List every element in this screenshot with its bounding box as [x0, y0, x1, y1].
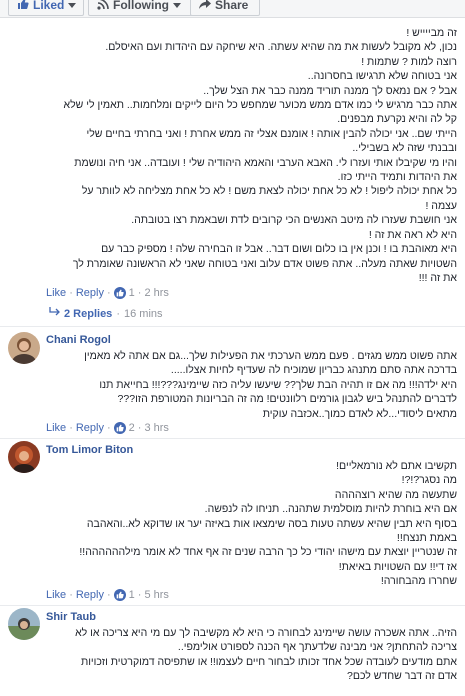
comment-line: מתאים ליסודי...לא לאדם כמוך..אכזבה עוקית — [262, 407, 457, 420]
comment-line: אתה כבר מרגיש לי כמו אדם ממש מכוער שמחפש… — [63, 99, 457, 112]
comment-line: ובבנתי שזה לא בשבילי.. — [352, 142, 457, 155]
comment-line: את זה !!! — [418, 271, 457, 284]
following-label: Following — [113, 0, 169, 12]
comment-line: כל אחת יכולה ליפול ! לא כל אחת יכולה לצא… — [81, 185, 457, 198]
thumbs-up-icon — [17, 0, 29, 13]
like-reaction-icon[interactable] — [113, 422, 126, 434]
comment-actions: Like · Reply · 2 · 3 hrs — [46, 422, 169, 434]
timestamp[interactable]: 5 hrs — [144, 589, 168, 601]
replies-time: 16 mins — [123, 307, 163, 320]
like-reaction-icon[interactable] — [113, 589, 126, 601]
timestamp[interactable]: 3 hrs — [144, 422, 168, 434]
comment-line: נכון, לא מקובל לעשות את מה שהיא עשתה. הי… — [105, 41, 457, 54]
comment-line: את היהדות ותמיד הייתי כזו. — [337, 171, 457, 184]
reply-link[interactable]: Reply — [76, 589, 104, 601]
comment-divider — [0, 438, 465, 439]
view-replies-link[interactable]: 2 Replies · 16 mins — [48, 307, 163, 320]
chevron-down-icon — [68, 0, 77, 12]
reply-arrow-icon — [48, 307, 60, 320]
comment-text: תקשיבו אתם לא נורמאליים! מה נסגר?!?! שתע… — [37, 459, 457, 589]
comment-line: תקשיבו אתם לא נורמאליים! — [336, 460, 457, 472]
comment-author[interactable]: Tom Limor Biton — [46, 444, 133, 456]
comment-line: באמת תנצח!! — [396, 532, 457, 545]
comment-line: לדברים להתנהל ביש לגבון גורמים רלוונטים!… — [117, 393, 457, 406]
comment-line: אתה פשוט ממש מגזים . פעם ממש הערכתי את ה… — [84, 350, 457, 362]
comment-line: צריכה להתחתן? אני מבינה שלדעתך אף הכנה ל… — [177, 641, 457, 654]
comment-author[interactable]: Shir Taub — [46, 611, 96, 623]
comment-line: אתם מודעים לעובדה שכל אחד זכותו לבחור חי… — [80, 655, 457, 668]
share-arrow-icon — [199, 0, 211, 13]
comment-line: אז די!! עם השטויות באיאת! — [338, 560, 457, 573]
like-reaction-icon[interactable] — [113, 287, 126, 299]
comment-line: השטויות שאתה מעלה.. אתה פשוט אדם עלוב וא… — [72, 257, 457, 270]
avatar[interactable] — [8, 441, 40, 473]
timestamp[interactable]: 2 hrs — [144, 287, 168, 299]
liked-label: Liked — [33, 0, 65, 12]
comment-actions: Like · Reply · 1 · 5 hrs — [46, 589, 169, 601]
comment-line: קל לה והיא נקרעת מבפנים. — [337, 113, 457, 126]
like-count: 1 — [128, 589, 135, 601]
avatar[interactable] — [8, 332, 40, 364]
comment-line: הייתי שם.. אני יכולה להבין אותה ! אומנם … — [86, 127, 457, 140]
comment-line: רוצה למות ? שתמות ! — [361, 55, 457, 68]
avatar[interactable] — [8, 608, 40, 640]
comment-line: אני חושבת שעזרו לה מיטב האנשים הכי קרובי… — [131, 214, 457, 227]
share-label: Share — [215, 0, 249, 12]
comment-text: אתה פשוט ממש מגזים . פעם ממש הערכתי את ה… — [37, 349, 457, 421]
comment-divider — [0, 326, 465, 327]
reply-link[interactable]: Reply — [76, 422, 104, 434]
like-link[interactable]: Like — [46, 422, 66, 434]
like-link[interactable]: Like — [46, 589, 66, 601]
comment-text: הזיה.. אתה אשכרה עושה שיימינג לבחורה כי … — [37, 626, 457, 684]
comment-line: היא לא ראה את זה ! — [368, 228, 457, 241]
comment-author[interactable]: Chani Rogol — [46, 334, 111, 346]
comment-line: היא מאוהבת בו ! וכנן אין בו כלום ושום דב… — [101, 243, 457, 256]
comment-line: בדרכה אתה סתם מתנהג כבריון שמוכיח לה שעד… — [170, 364, 457, 377]
comment-line: אבל ? אם נמאס לך ממנה תוריד ממנה כבר את … — [203, 84, 457, 97]
comment-line: אדם זה דבר שחדש לכם? — [346, 670, 457, 683]
rss-icon — [97, 0, 109, 13]
post-action-bar: Liked Following Share — [0, 0, 465, 18]
comment-line: מה נסגר?!?! — [401, 474, 457, 487]
comment-line: הזיה.. אתה אשכרה עושה שיימינג לבחורה כי … — [75, 627, 457, 639]
comment-line: שחררו מהבחורה! — [380, 575, 457, 588]
comment-line: אם היא בוחרת להיות מוסלמית שתהנה.. תניחו… — [204, 503, 457, 516]
comment-line: זה מבייייש ! — [406, 27, 457, 39]
comment-line: בסוף היא תבין שהיא עשתה טעות בסה שימצאו … — [86, 517, 457, 530]
comment-actions: Like · Reply · 1 · 2 hrs — [46, 287, 169, 299]
chevron-down-icon — [173, 0, 181, 12]
like-count: 2 — [128, 422, 135, 434]
comment-line: שתעשה מה שהיא רוצהההה — [334, 488, 457, 501]
comment-line: זה שנטריין יוצאת עם מישהו יהודי כל כך הר… — [79, 546, 457, 559]
like-count: 1 — [128, 287, 135, 299]
like-link[interactable]: Like — [46, 287, 66, 299]
comment-line: היא ילדה!!! מה אם זו תהיה הבת שלך?? שיעש… — [99, 378, 457, 391]
comment-text: זה מבייייש ! נכון, לא מקובל לעשות את מה … — [37, 26, 457, 285]
comment-line: עצמה ! — [425, 199, 457, 212]
comment-line: והיו מי שקיבלו אותי ועזרו לי. האבא הערבי… — [74, 156, 457, 169]
reply-link[interactable]: Reply — [76, 287, 104, 299]
liked-button[interactable]: Liked — [8, 0, 84, 16]
share-button[interactable]: Share — [190, 0, 260, 16]
replies-count: 2 Replies — [64, 307, 113, 320]
comment-divider — [0, 605, 465, 606]
comment-line: אני בטוחה שלא תרגישו בחסרונה.. — [307, 70, 457, 83]
